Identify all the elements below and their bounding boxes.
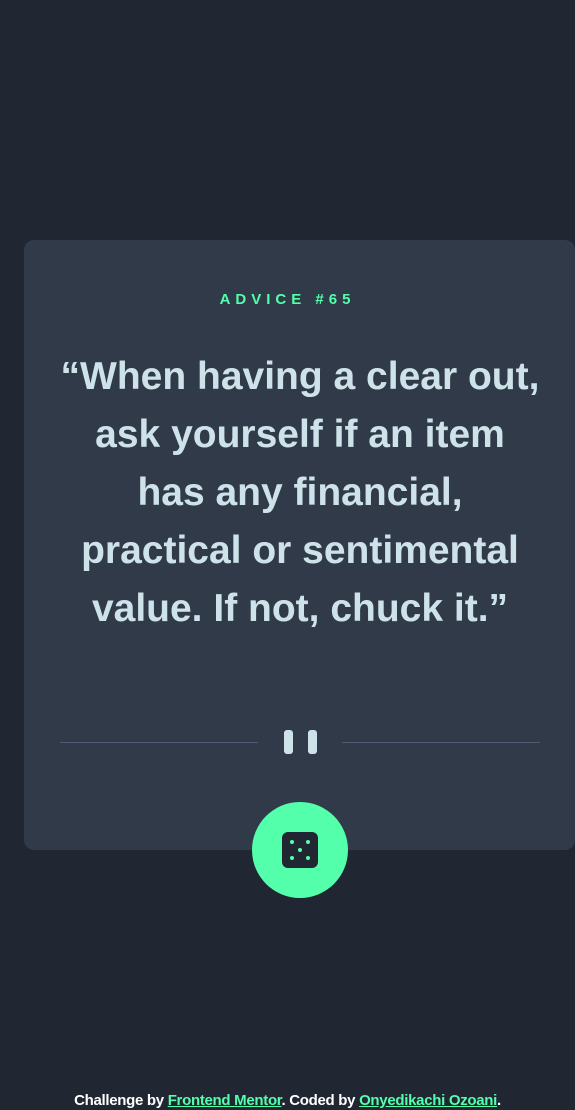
attribution: Challenge by Frontend Mentor. Coded by O…: [0, 1091, 575, 1110]
divider-line-right: [342, 742, 540, 743]
dice-icon: [282, 832, 318, 868]
pause-icon: [284, 730, 320, 754]
frontend-mentor-link[interactable]: Frontend Mentor: [168, 1092, 282, 1109]
attribution-prefix: Challenge by: [74, 1092, 168, 1109]
advice-number: ADVICE #65: [219, 291, 356, 308]
advice-quote: “When having a clear out, ask yourself i…: [60, 355, 540, 630]
attribution-middle: . Coded by: [281, 1092, 360, 1109]
new-advice-button[interactable]: [252, 802, 348, 898]
attribution-suffix: .: [497, 1092, 501, 1109]
author-link[interactable]: Onyedikachi Ozoani: [359, 1092, 497, 1109]
divider-line-left: [60, 742, 258, 743]
pause-bar: [284, 730, 293, 754]
divider: [60, 726, 540, 758]
pause-bar: [308, 730, 317, 754]
